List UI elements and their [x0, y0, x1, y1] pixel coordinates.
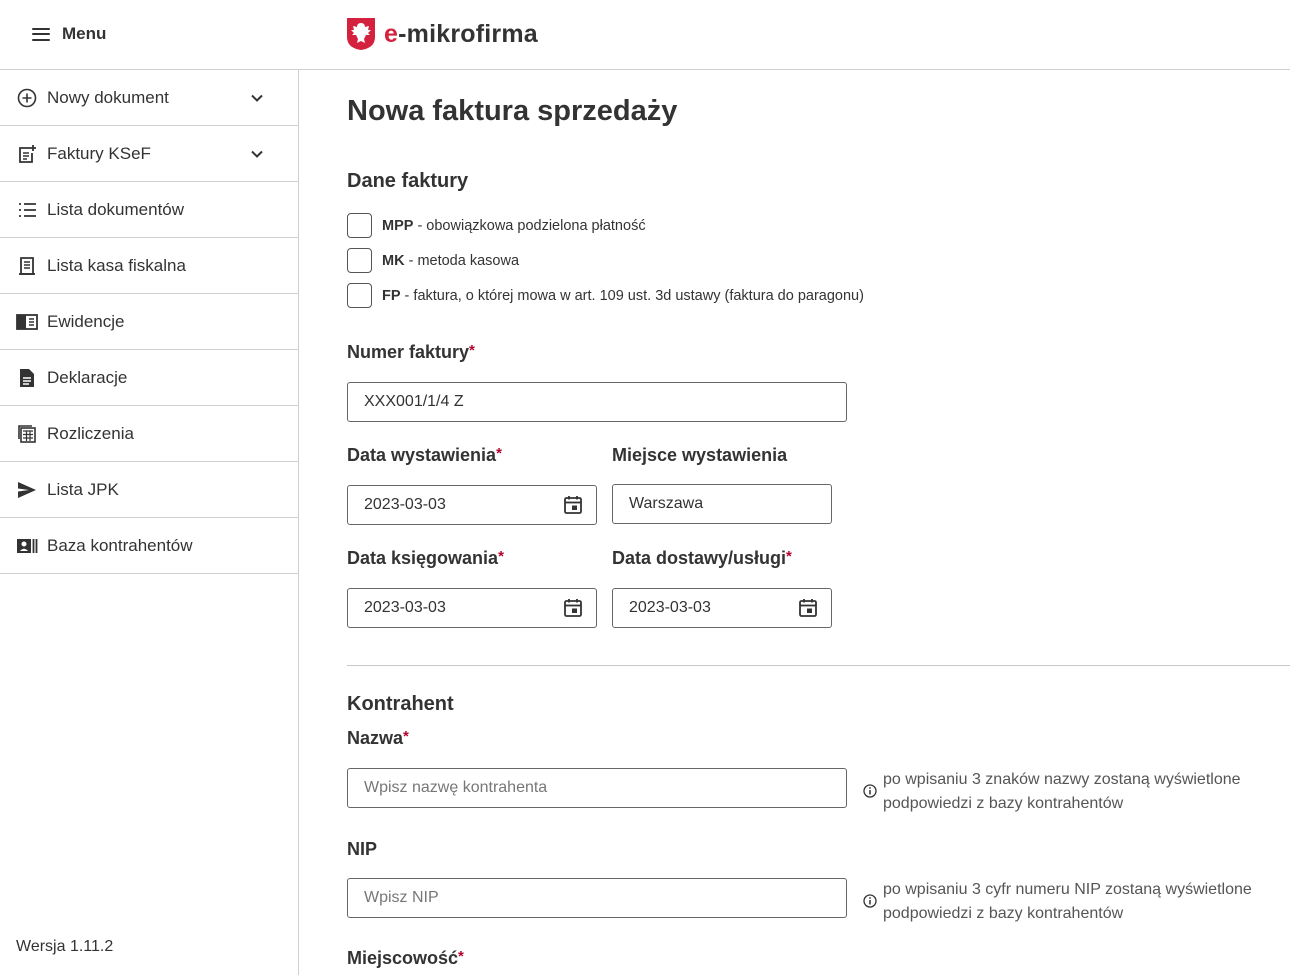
- contractor-name-input[interactable]: [347, 768, 847, 808]
- checkbox-code: FP: [382, 287, 401, 304]
- delivery-date-label: Data dostawy/usługi*: [612, 548, 792, 569]
- contractor-name-label: Nazwa*: [347, 728, 409, 749]
- required-mark: *: [403, 728, 409, 745]
- label-text: Nazwa: [347, 728, 404, 748]
- checkbox-description: - faktura, o której mowa w art. 109 ust.…: [400, 287, 864, 304]
- calendar-icon[interactable]: [562, 597, 584, 619]
- sidebar-item-label: Faktury KSeF: [47, 143, 151, 163]
- info-icon: [863, 894, 877, 908]
- section-title-invoice: Dane faktury: [347, 170, 469, 192]
- checkbox-row-mpp[interactable]: MPP - obowiązkowa podzielona płatność: [347, 213, 646, 238]
- sidebar-item-label: Baza kontrahentów: [47, 535, 193, 555]
- hint-text: po wpisaniu 3 znaków nazwy zostaną wyświ…: [883, 771, 1241, 812]
- sidebar-item-label: Lista kasa fiskalna: [47, 255, 186, 275]
- label-text: Miejscowość: [347, 948, 459, 968]
- brand-name: e-mikrofirma: [384, 20, 538, 49]
- delivery-date-input[interactable]: 2023-03-03: [612, 588, 832, 628]
- chevron-down-icon[interactable]: [248, 89, 266, 107]
- required-mark: *: [498, 548, 504, 565]
- issue-date-input[interactable]: 2023-03-03: [347, 485, 597, 525]
- sidebar: Nowy dokument Faktury KSeF Lista dokumen…: [0, 70, 299, 975]
- invoice-number-label: Numer faktury*: [347, 342, 475, 363]
- mpp-checkbox[interactable]: [347, 213, 372, 238]
- fp-checkbox[interactable]: [347, 283, 372, 308]
- required-mark: *: [496, 445, 502, 462]
- list-icon: [16, 199, 38, 221]
- date-value: 2023-03-03: [364, 599, 446, 616]
- issue-place-label: Miejsce wystawienia: [612, 445, 788, 465]
- required-mark: *: [786, 548, 792, 565]
- nip-label: NIP: [347, 839, 378, 859]
- date-value: 2023-03-03: [364, 496, 446, 513]
- sidebar-item-lista-dokumentow[interactable]: Lista dokumentów: [0, 182, 298, 238]
- checkbox-code: MK: [382, 252, 405, 269]
- checkbox-description: - obowiązkowa podzielona płatność: [413, 217, 646, 234]
- hint-text: po wpisaniu 3 cyfr numeru NIP zostaną wy…: [883, 881, 1252, 922]
- calendar-icon[interactable]: [797, 597, 819, 619]
- menu-button[interactable]: Menu: [32, 22, 106, 46]
- contacts-icon: [16, 535, 38, 557]
- checkbox-row-fp[interactable]: FP - faktura, o której mowa w art. 109 u…: [347, 283, 864, 308]
- send-icon: [16, 479, 38, 501]
- posting-date-input[interactable]: 2023-03-03: [347, 588, 597, 628]
- page-title: Nowa faktura sprzedaży: [347, 95, 678, 127]
- sidebar-item-deklaracje[interactable]: Deklaracje: [0, 350, 298, 406]
- file-icon: [16, 367, 38, 389]
- nip-hint: po wpisaniu 3 cyfr numeru NIP zostaną wy…: [863, 878, 1278, 926]
- calculator-icon: [16, 423, 38, 445]
- nip-input[interactable]: [347, 878, 847, 918]
- sidebar-item-rozliczenia[interactable]: Rozliczenia: [0, 406, 298, 462]
- city-label: Miejscowość*: [347, 948, 464, 969]
- label-text: Numer faktury: [347, 342, 470, 362]
- label-text: Data dostawy/usługi: [612, 548, 787, 568]
- ledger-icon: [16, 311, 38, 333]
- sidebar-item-lista-jpk[interactable]: Lista JPK: [0, 462, 298, 518]
- checkbox-row-mk[interactable]: MK - metoda kasowa: [347, 248, 519, 273]
- sidebar-item-baza-kontrahentow[interactable]: Baza kontrahentów: [0, 518, 298, 574]
- mk-checkbox[interactable]: [347, 248, 372, 273]
- sidebar-item-faktury-ksef[interactable]: Faktury KSeF: [0, 126, 298, 182]
- posting-date-label: Data księgowania*: [347, 548, 504, 569]
- sidebar-item-nowy-dokument[interactable]: Nowy dokument: [0, 70, 298, 126]
- required-mark: *: [458, 948, 464, 965]
- main-content: Nowa faktura sprzedaży Dane faktury MPP …: [300, 70, 1290, 975]
- brand-rest: -mikrofirma: [398, 19, 538, 48]
- contractor-name-hint: po wpisaniu 3 znaków nazwy zostaną wyświ…: [863, 768, 1278, 816]
- checkbox-label: MK - metoda kasowa: [382, 253, 519, 269]
- sidebar-item-lista-kasa-fiskalna[interactable]: Lista kasa fiskalna: [0, 238, 298, 294]
- info-icon: [863, 784, 877, 798]
- label-text: Data księgowania: [347, 548, 499, 568]
- eagle-emblem-icon: [347, 18, 375, 50]
- brand-prefix: e: [384, 19, 399, 48]
- plus-circle-icon: [16, 87, 38, 109]
- app-header: Menu e-mikrofirma: [0, 0, 1290, 70]
- receipt-icon: [16, 255, 38, 277]
- sidebar-item-label: Nowy dokument: [47, 87, 169, 107]
- checkbox-description: - metoda kasowa: [404, 252, 520, 269]
- menu-label: Menu: [62, 24, 107, 43]
- sidebar-item-ewidencje[interactable]: Ewidencje: [0, 294, 298, 350]
- checkbox-label: FP - faktura, o której mowa w art. 109 u…: [382, 288, 864, 304]
- section-divider: [347, 665, 1290, 666]
- label-text: Data wystawienia: [347, 445, 497, 465]
- chevron-down-icon[interactable]: [248, 145, 266, 163]
- brand-logo[interactable]: e-mikrofirma: [346, 16, 538, 52]
- hamburger-icon: [32, 27, 50, 41]
- sidebar-item-label: Rozliczenia: [47, 423, 134, 443]
- issue-date-label: Data wystawienia*: [347, 445, 502, 466]
- sidebar-item-label: Ewidencje: [47, 311, 125, 331]
- checkbox-code: MPP: [382, 217, 414, 234]
- document-add-icon: [16, 143, 38, 165]
- invoice-number-input[interactable]: [347, 382, 847, 422]
- app-version: Wersja 1.11.2: [16, 938, 114, 955]
- sidebar-item-label: Deklaracje: [47, 367, 128, 387]
- sidebar-item-label: Lista dokumentów: [47, 199, 185, 219]
- checkbox-label: MPP - obowiązkowa podzielona płatność: [382, 218, 646, 234]
- calendar-icon[interactable]: [562, 494, 584, 516]
- date-value: 2023-03-03: [629, 599, 711, 616]
- required-mark: *: [469, 342, 475, 359]
- section-title-contractor: Kontrahent: [347, 693, 454, 715]
- sidebar-item-label: Lista JPK: [47, 479, 119, 499]
- issue-place-input[interactable]: [612, 484, 832, 524]
